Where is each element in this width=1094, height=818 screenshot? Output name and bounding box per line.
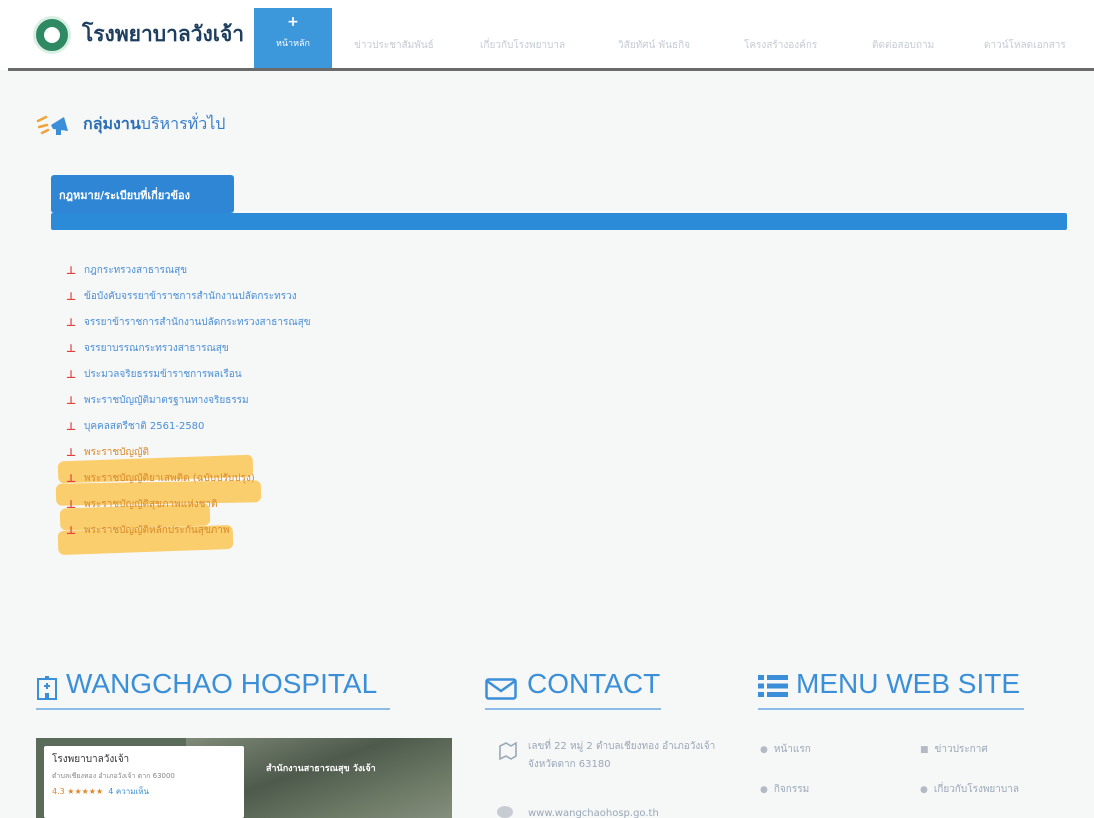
document-link-label: พระราชบัญญัติหลักประกันสุขภาพ [84, 524, 230, 536]
document-link[interactable]: ⊥ จรรยาบรรณกระทรวงสาธารณสุข [66, 335, 311, 361]
tab-laws-regulations[interactable]: กฎหมาย/ระเบียบที่เกี่ยวข้อง [51, 175, 234, 213]
footer-menu-about[interactable]: ● เกี่ยวกับโรงพยาบาล [920, 782, 1019, 797]
pdf-icon: ⊥ [66, 523, 77, 537]
footer-menu-label: เกี่ยวกับโรงพยาบาล [933, 784, 1019, 795]
footer-hospital-heading: WANGCHAO HOSPITAL [66, 668, 378, 699]
news-icon: ■ [920, 745, 929, 755]
document-link[interactable]: ⊥ บุคคลสตรีชาติ 2561-2580 [66, 413, 311, 439]
document-link[interactable]: ⊥ พระราชบัญญัติ [66, 439, 311, 465]
nav-item-contact[interactable]: ติดต่อสอบถาม [872, 38, 934, 53]
pdf-icon: ⊥ [66, 497, 77, 511]
footer-menu-label: ข่าวประกาศ [934, 744, 988, 755]
document-link-label: จรรยาข้าราชการสำนักงานปลัดกระทรวงสาธารณส… [84, 316, 311, 328]
pdf-icon: ⊥ [66, 341, 77, 355]
document-link[interactable]: ⊥ จรรยาข้าราชการสำนักงานปลัดกระทรวงสาธารณ… [66, 309, 311, 335]
footer-contact-heading: CONTACT [527, 668, 661, 699]
footer-rule [758, 708, 1024, 710]
globe-icon [497, 806, 513, 818]
document-link[interactable]: ⊥ พระราชบัญญัติหลักประกันสุขภาพ [66, 517, 311, 543]
document-link[interactable]: ⊥ ประมวลจริยธรรมข้าราชการพลเรือน [66, 361, 311, 387]
document-link[interactable]: ⊥ พระราชบัญญัติมาตรฐานทางจริยธรรม [66, 387, 311, 413]
map-info-card[interactable]: โรงพยาบาลวังเจ้า ตำบลเชียงทอง อำเภอวังเจ… [44, 746, 244, 818]
section-title: กลุ่มงานบริหารทั่วไป [83, 112, 225, 137]
contact-website-link[interactable]: www.wangchaohosp.go.th [528, 808, 659, 818]
document-link[interactable]: ⊥ ข้อบังคับจรรยาข้าราชการสำนักงานปลัดกระท… [66, 283, 311, 309]
document-link[interactable]: ⊥ กฎกระทรวงสาธารณสุข [66, 257, 311, 283]
footer-menu-home[interactable]: ● หน้าแรก [760, 742, 811, 757]
document-link[interactable]: ⊥ พระราชบัญญัติยาเสพติด (ฉบับปรับปรุง) [66, 465, 311, 491]
list-icon [758, 675, 788, 697]
document-link[interactable]: ⊥ พระราชบัญญัติสุขภาพแห่งชาติ [66, 491, 311, 517]
footer-menu-news[interactable]: ■ ข่าวประกาศ [920, 742, 988, 757]
site-header: โรงพยาบาลวังเจ้า + หน้าหลัก ข่าวประชาสัม… [0, 0, 1094, 70]
document-list: ⊥ กฎกระทรวงสาธารณสุข ⊥ ข้อบังคับจรรยาข้ารา… [66, 257, 311, 543]
map-place-label: สำนักงานสาธารณสุข วังเจ้า [266, 764, 376, 774]
map-rating-stars: 4.3 ★★★★★ [52, 787, 104, 796]
footer-menu-activities[interactable]: ● กิจกรรม [760, 782, 809, 797]
section-title-strong: กลุ่มงาน [83, 114, 141, 133]
map-place-name: โรงพยาบาลวังเจ้า [52, 754, 130, 765]
footer-menu-label: หน้าแรก [773, 744, 811, 755]
pdf-icon: ⊥ [66, 419, 77, 433]
site-brand[interactable]: โรงพยาบาลวังเจ้า [82, 18, 244, 51]
pdf-icon: ⊥ [66, 289, 77, 303]
pdf-icon: ⊥ [66, 393, 77, 407]
header-divider [8, 68, 1094, 71]
footer-rule [36, 708, 390, 710]
nav-home-button[interactable]: + หน้าหลัก [254, 8, 332, 68]
info-icon: ● [920, 785, 928, 795]
nav-item-vision[interactable]: วิสัยทัศน์ พันธกิจ [618, 38, 690, 53]
nav-item-news[interactable]: ข่าวประชาสัมพันธ์ [354, 38, 434, 53]
document-link-label: พระราชบัญญัติสุขภาพแห่งชาติ [84, 498, 218, 510]
contact-address: เลขที่ 22 หมู่ 2 ตำบลเชียงทอง อำเภอวังเจ… [528, 741, 716, 770]
location-map[interactable]: โรงพยาบาลวังเจ้า ตำบลเชียงทอง อำเภอวังเจ… [36, 738, 452, 818]
activity-icon: ● [760, 785, 768, 795]
document-link-label: บุคคลสตรีชาติ 2561-2580 [84, 420, 205, 432]
nav-home-label: หน้าหลัก [275, 39, 311, 49]
map-reviews-link[interactable]: 4 ความเห็น [108, 787, 149, 796]
pdf-icon: ⊥ [66, 471, 77, 485]
hospital-logo-icon[interactable] [33, 16, 71, 54]
map-rating: 4.3 ★★★★★ 4 ความเห็น [52, 785, 236, 798]
document-link-label: ประมวลจริยธรรมข้าราชการพลเรือน [84, 368, 242, 380]
tab-underline-bar [51, 213, 1067, 230]
map-place-address: ตำบลเชียงทอง อำเภอวังเจ้า ตาก 63000 [52, 772, 175, 780]
footer-rule [485, 708, 661, 710]
envelope-icon [485, 678, 517, 700]
nav-item-structure[interactable]: โครงสร้างองค์กร [744, 38, 817, 53]
footer-menu-label: กิจกรรม [773, 784, 810, 795]
pdf-icon: ⊥ [66, 367, 77, 381]
nav-item-about[interactable]: เกี่ยวกับโรงพยาบาล [480, 38, 565, 53]
document-link-label: จรรยาบรรณกระทรวงสาธารณสุข [84, 342, 229, 354]
pdf-icon: ⊥ [66, 263, 77, 277]
document-link-label: พระราชบัญญัติ [84, 446, 149, 458]
document-link-label: กฎกระทรวงสาธารณสุข [84, 264, 188, 276]
plus-icon: + [287, 14, 299, 30]
footer-menu-heading: MENU WEB SITE [796, 668, 1021, 699]
section-title-light: บริหารทั่วไป [140, 114, 226, 133]
hospital-building-icon [37, 676, 57, 700]
pdf-icon: ⊥ [66, 445, 77, 459]
pdf-icon: ⊥ [66, 315, 77, 329]
document-link-label: ข้อบังคับจรรยาข้าราชการสำนักงานปลัดกระทร… [84, 290, 297, 302]
megaphone-icon [36, 115, 68, 135]
document-link-label: พระราชบัญญัติยาเสพติด (ฉบับปรับปรุง) [84, 472, 255, 484]
document-link-label: พระราชบัญญัติมาตรฐานทางจริยธรรม [84, 394, 249, 406]
map-pin-icon [499, 741, 517, 761]
home-icon: ● [760, 745, 768, 755]
nav-item-download[interactable]: ดาวน์โหลดเอกสาร [984, 38, 1066, 53]
logo-emblem [44, 27, 60, 43]
